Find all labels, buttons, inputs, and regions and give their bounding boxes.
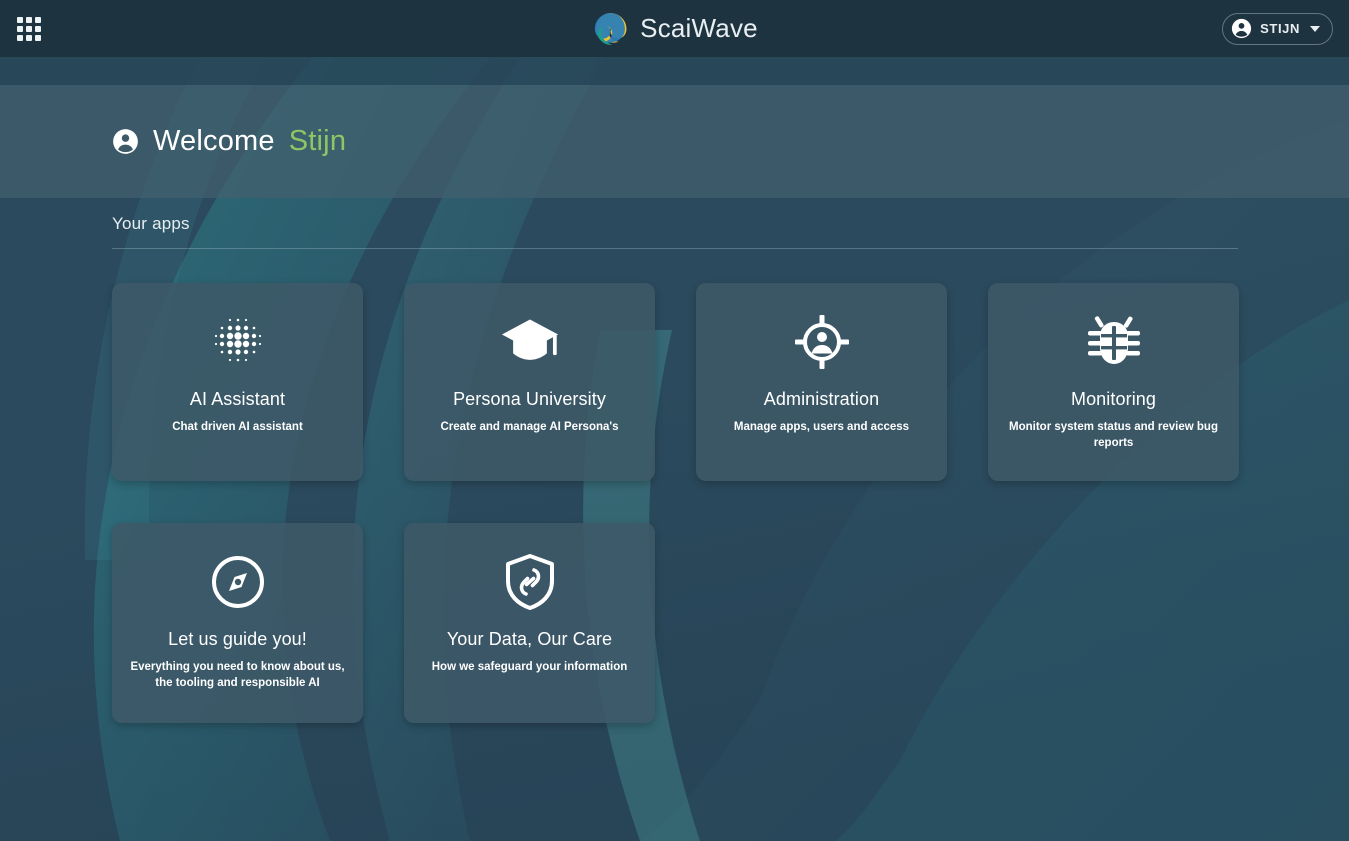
account-circle-icon xyxy=(1232,18,1252,39)
grid-dot xyxy=(17,25,23,32)
app-card-persona-university[interactable]: Persona University Create and manage AI … xyxy=(404,283,655,481)
dot-matrix-icon xyxy=(210,311,266,373)
bug-icon xyxy=(1087,311,1140,373)
graduation-cap-icon xyxy=(500,311,560,373)
app-card-title: Let us guide you! xyxy=(168,629,307,649)
app-card-monitoring[interactable]: Monitoring Monitor system status and rev… xyxy=(988,283,1239,481)
scaiwave-swirl-logo xyxy=(594,12,626,45)
app-card-administration[interactable]: Administration Manage apps, users and ac… xyxy=(696,283,947,481)
main-content: Your apps AI Assistant Chat driven AI as… xyxy=(0,198,1349,723)
grid-dot xyxy=(35,25,41,32)
app-card-title: Monitoring xyxy=(1070,389,1157,409)
app-card-description: Create and manage AI Persona's xyxy=(440,421,619,433)
app-card-title: Administration xyxy=(763,389,880,409)
user-menu-button[interactable]: STIJN xyxy=(1222,12,1333,45)
app-card-description: Manage apps, users and access xyxy=(733,421,910,433)
page-root: ScaiWave STIJN Welcome Stijn Your apps A… xyxy=(0,0,1349,841)
person-crosshair-icon xyxy=(794,311,850,373)
grid-dot xyxy=(35,34,41,41)
section-title: Your apps xyxy=(112,214,190,233)
app-card-title: Persona University xyxy=(453,389,606,409)
grid-dot xyxy=(26,25,32,32)
app-card-description: Chat driven AI assistant xyxy=(172,421,303,433)
shield-link-icon xyxy=(504,551,556,613)
grid-apps-icon[interactable] xyxy=(14,14,44,44)
app-card-description: Everything you need to know about us, th… xyxy=(130,661,345,689)
app-card-let-us-guide-you[interactable]: Let us guide you! Everything you need to… xyxy=(112,523,363,723)
grid-dot xyxy=(17,34,23,41)
grid-dot xyxy=(26,34,32,41)
grid-dot xyxy=(35,16,41,23)
subheader-strip xyxy=(0,57,1349,85)
app-card-your-data-our-care[interactable]: Your Data, Our Care How we safeguard you… xyxy=(404,523,655,723)
apps-grid: AI Assistant Chat driven AI assistant Pe… xyxy=(112,283,1292,723)
brand[interactable]: ScaiWave xyxy=(591,10,758,48)
section-divider xyxy=(112,248,1238,249)
app-card-title: Your Data, Our Care xyxy=(446,629,613,649)
app-card-description: Monitor system status and review bug rep… xyxy=(1009,421,1218,449)
welcome-banner: Welcome Stijn xyxy=(0,85,1349,198)
user-menu-label: STIJN xyxy=(1260,21,1300,36)
grid-dot xyxy=(17,16,23,23)
welcome-inner: Welcome Stijn xyxy=(112,125,346,158)
chevron-down-icon xyxy=(1310,25,1320,32)
top-navigation-bar: ScaiWave STIJN xyxy=(0,0,1349,57)
welcome-greeting: Welcome xyxy=(153,125,275,157)
app-card-title: AI Assistant xyxy=(189,389,286,409)
account-circle-icon xyxy=(113,129,138,154)
app-card-description: How we safeguard your information xyxy=(431,661,628,673)
app-card-ai-assistant[interactable]: AI Assistant Chat driven AI assistant xyxy=(112,283,363,481)
brand-name: ScaiWave xyxy=(640,13,758,43)
welcome-user-name: Stijn xyxy=(288,125,347,157)
grid-dot xyxy=(26,16,32,23)
compass-icon xyxy=(210,551,266,613)
section-header: Your apps xyxy=(112,214,1238,249)
